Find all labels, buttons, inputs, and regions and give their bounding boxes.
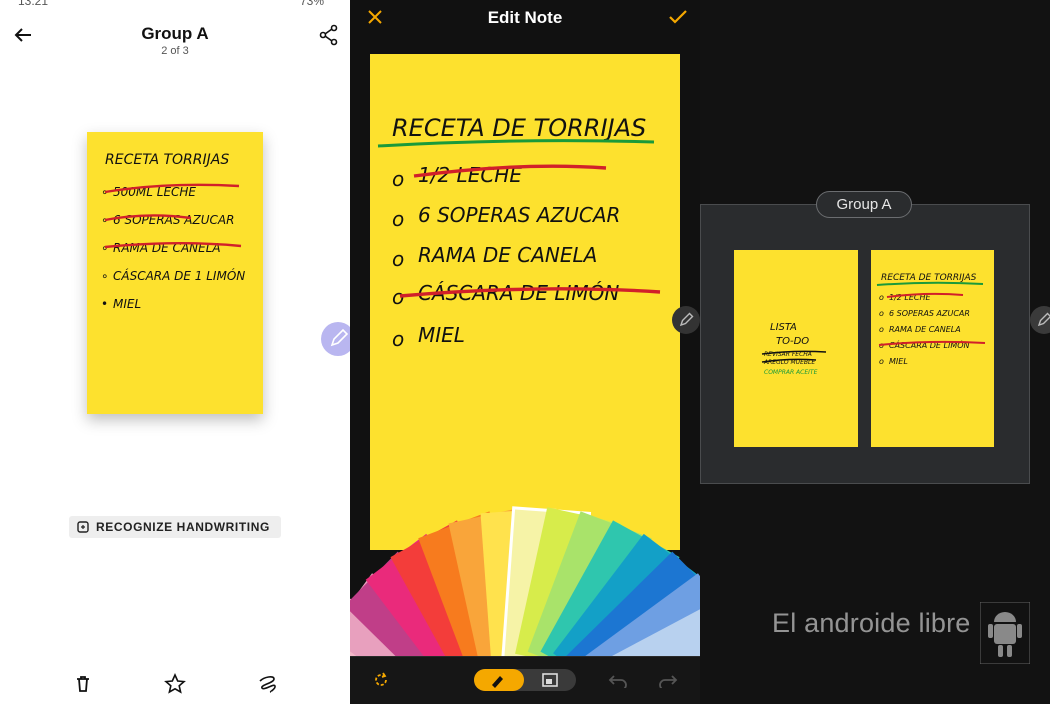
pencil-icon [330, 328, 349, 347]
group-label[interactable]: Group A [816, 191, 912, 218]
layout-mode-icon[interactable] [541, 672, 559, 688]
undo-icon[interactable] [608, 672, 628, 688]
svg-text:o: o [879, 325, 884, 334]
group-panel: Group A LISTA TO-DO REVISAR FECHA AREGLO… [700, 0, 1050, 704]
edit-edge-button[interactable] [1030, 306, 1050, 334]
svg-text:o: o [879, 293, 884, 302]
edit-edge-button[interactable] [672, 306, 700, 334]
note-item: CÁSCARA DE 1 LIMÓN [113, 268, 245, 283]
page-title: Group A [141, 24, 209, 43]
svg-text:•: • [101, 297, 108, 311]
note-thumbnail[interactable]: RECETA DE TORRIJAS o 1/2 LECHE o6 SOPERAS… [871, 250, 994, 447]
pencil-icon [1037, 312, 1050, 327]
pencil-icon [679, 312, 694, 327]
redo-icon[interactable] [658, 672, 678, 688]
pen-icon [492, 676, 503, 688]
note-item: 6 SOPERAS AZUCAR [418, 203, 620, 227]
star-icon[interactable] [164, 673, 186, 695]
check-icon[interactable] [668, 8, 688, 26]
thumb-item: RAMA DE CANELA [889, 325, 961, 334]
recognize-handwriting-button[interactable]: RECOGNIZE HANDWRITING [69, 516, 281, 538]
editor-title: Edit Note [487, 8, 563, 27]
svg-text:∘: ∘ [101, 269, 109, 283]
color-picker-fan[interactable] [350, 480, 700, 656]
svg-text:o: o [392, 327, 404, 351]
note-item: MIEL [113, 297, 141, 311]
edit-fab[interactable] [321, 322, 350, 356]
status-time: 13:21 [18, 0, 49, 8]
thumb-title: LISTA [770, 322, 797, 333]
note-title: RECETA DE TORRIJAS [392, 114, 646, 142]
recognize-handwriting-label: RECOGNIZE HANDWRITING [96, 520, 270, 534]
rotate-icon[interactable] [371, 670, 391, 690]
sticky-note[interactable]: RECETA TORRIJAS ∘ 500ML LECHE ∘ 6 SOPERAS … [87, 132, 263, 414]
watermark-text: El androide libre [772, 608, 971, 638]
svg-text:o: o [392, 247, 404, 271]
svg-text:o: o [879, 357, 884, 366]
trash-icon[interactable] [72, 673, 94, 695]
note-canvas[interactable]: RECETA DE TORRIJAS o 1/2 LECHE o6 SOPERAS… [370, 54, 680, 550]
status-battery: 73% [300, 0, 325, 8]
thumb-item: 6 SOPERAS AZUCAR [889, 309, 970, 318]
viewer-panel: 13:21 73% Group A 2 of 3 RECETA TORRIJAS… [0, 0, 350, 704]
thumb-item: COMPRAR ACEITE [764, 369, 818, 376]
thumb-item: MIEL [889, 357, 908, 366]
edit-note-panel: Edit Note RECETA DE TORRIJAS o 1/2 LECHE … [350, 0, 700, 704]
page-counter: 2 of 3 [161, 45, 189, 57]
svg-text:o: o [879, 309, 884, 318]
scan-text-icon [77, 521, 89, 533]
svg-text:o: o [392, 207, 404, 231]
svg-text:∘: ∘ [101, 241, 109, 255]
share-icon[interactable] [318, 24, 340, 46]
note-item: MIEL [418, 323, 465, 347]
note-title: RECETA TORRIJAS [105, 152, 229, 168]
svg-text:o: o [392, 167, 404, 191]
thumb-title: RECETA DE TORRIJAS [881, 273, 977, 283]
android-robot-icon [980, 602, 1030, 664]
note-thumbnail[interactable]: LISTA TO-DO REVISAR FECHA AREGLO MUEBLE … [734, 250, 858, 447]
thumb-subtitle: TO-DO [776, 336, 809, 347]
thumb-item: CÁSCARA DE LIMÓN [889, 339, 970, 350]
handwriting-icon[interactable] [257, 673, 279, 695]
note-item: RAMA DE CANELA [418, 243, 597, 267]
